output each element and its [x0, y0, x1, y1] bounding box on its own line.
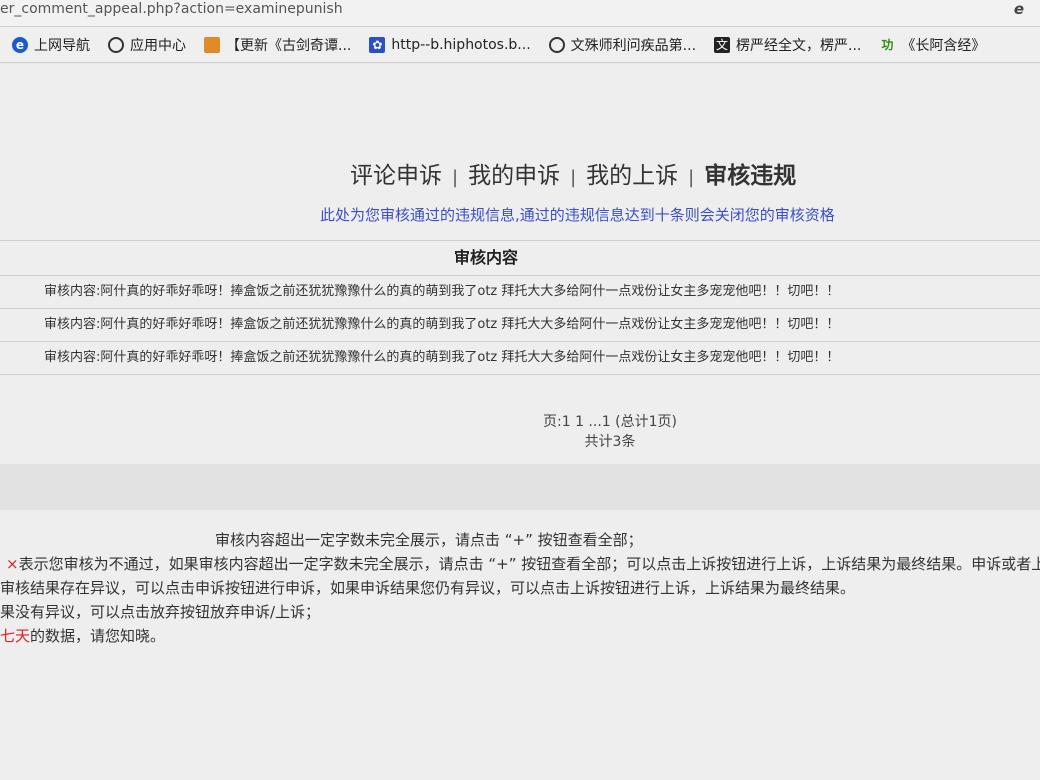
note-line: 七天的数据，请您知晓。	[0, 627, 166, 645]
bookmark-item[interactable]: 应用中心	[108, 35, 186, 55]
reject-mark-icon: ×	[6, 555, 19, 573]
help-notes: 审核内容超出一定字数未完全展示，请点击 “+” 按钮查看全部； ×表示您审核为不…	[0, 528, 1040, 648]
globe-icon	[108, 36, 124, 53]
bookmark-bar: e 上网导航 应用中心 【更新《古剑奇谭... ✿ http--b.hiphot…	[0, 27, 1040, 63]
tab-separator: |	[688, 167, 695, 188]
bookmark-item[interactable]: 文 楞严经全文，楞严...	[714, 35, 861, 55]
table-row: 审核内容:阿什真的好乖好乖呀！捧盒饭之前还犹犹豫豫什么的真的萌到我了otz 拜托…	[0, 276, 1040, 309]
tab-review-violations[interactable]: 审核违规	[704, 156, 796, 190]
tab-separator: |	[452, 167, 459, 188]
pagination: 页:1 1 ...1 (总计1页) 共计3条	[0, 412, 1040, 452]
bookmark-item[interactable]: 功 《长阿含经》	[879, 35, 985, 55]
table-header: 审核内容	[0, 241, 1040, 276]
browser-logo-icon: e	[1013, 0, 1024, 18]
bookmark-label: 上网导航	[34, 37, 90, 54]
table-row: 审核内容:阿什真的好乖好乖呀！捧盒饭之前还犹犹豫豫什么的真的萌到我了otz 拜托…	[0, 309, 1040, 342]
address-bar[interactable]: er_comment_appeal.php?action=examinepuni…	[0, 0, 1040, 27]
note-line: 审核结果存在异议，可以点击申诉按钮进行申诉，如果申诉结果您仍有异议，可以点击上诉…	[0, 579, 856, 597]
bookmark-item[interactable]: 【更新《古剑奇谭...	[204, 35, 351, 55]
table-row: 审核内容:阿什真的好乖好乖呀！捧盒饭之前还犹犹豫豫什么的真的萌到我了otz 拜托…	[0, 342, 1040, 375]
bookmark-label: 《长阿含经》	[901, 37, 986, 54]
tab-nav: 评论申诉 | 我的申诉 | 我的上诉 | 审核违规	[350, 156, 796, 190]
bookmark-label: 文殊师利问疾品第...	[570, 37, 697, 54]
bookmark-label: 【更新《古剑奇谭...	[226, 37, 352, 54]
note-line: 果没有异议，可以点击放弃按钮放弃申诉/上诉；	[0, 603, 321, 621]
page-content: 评论申诉 | 我的申诉 | 我的上诉 | 审核违规 此处为您审核通过的违规信息,…	[0, 64, 1040, 780]
doc-icon: 文	[714, 36, 731, 53]
globe-icon	[548, 36, 565, 53]
page-info: 页:1 1 ...1 (总计1页)	[543, 414, 677, 430]
tab-my-appeal[interactable]: 我的申诉	[468, 156, 560, 190]
url-text[interactable]: er_comment_appeal.php?action=examinepuni…	[0, 0, 343, 18]
note-line: ×表示您审核为不通过，如果审核内容超出一定字数未完全展示，请点击 “+” 按钮查…	[6, 555, 1040, 573]
notice-text: 此处为您审核通过的违规信息,通过的违规信息达到十条则会关闭您的审核资格	[320, 206, 835, 224]
bookmark-item[interactable]: ✿ http--b.hiphotos.b...	[369, 36, 531, 53]
tab-my-reappeal[interactable]: 我的上诉	[586, 156, 678, 190]
bowl-icon	[204, 36, 220, 53]
tab-comment-appeal[interactable]: 评论申诉	[350, 156, 442, 190]
bookmark-label: 应用中心	[130, 37, 186, 54]
total-count: 共计3条	[584, 434, 636, 450]
ie-icon: e	[12, 36, 28, 53]
paw-icon: ✿	[369, 36, 386, 53]
bookmark-item[interactable]: 文殊师利问疾品第...	[548, 35, 697, 55]
note-line: 审核内容超出一定字数未完全展示，请点击 “+” 按钮查看全部；	[215, 531, 643, 549]
bookmark-label: 楞严经全文，楞严...	[736, 37, 862, 54]
bookmark-item[interactable]: e 上网导航	[12, 35, 90, 55]
review-table: 审核内容 审核内容:阿什真的好乖好乖呀！捧盒饭之前还犹犹豫豫什么的真的萌到我了o…	[0, 240, 1040, 375]
green-icon: 功	[881, 38, 894, 52]
divider-band	[0, 464, 1040, 510]
tab-separator: |	[570, 167, 577, 188]
bookmark-label: http--b.hiphotos.b...	[391, 36, 531, 53]
